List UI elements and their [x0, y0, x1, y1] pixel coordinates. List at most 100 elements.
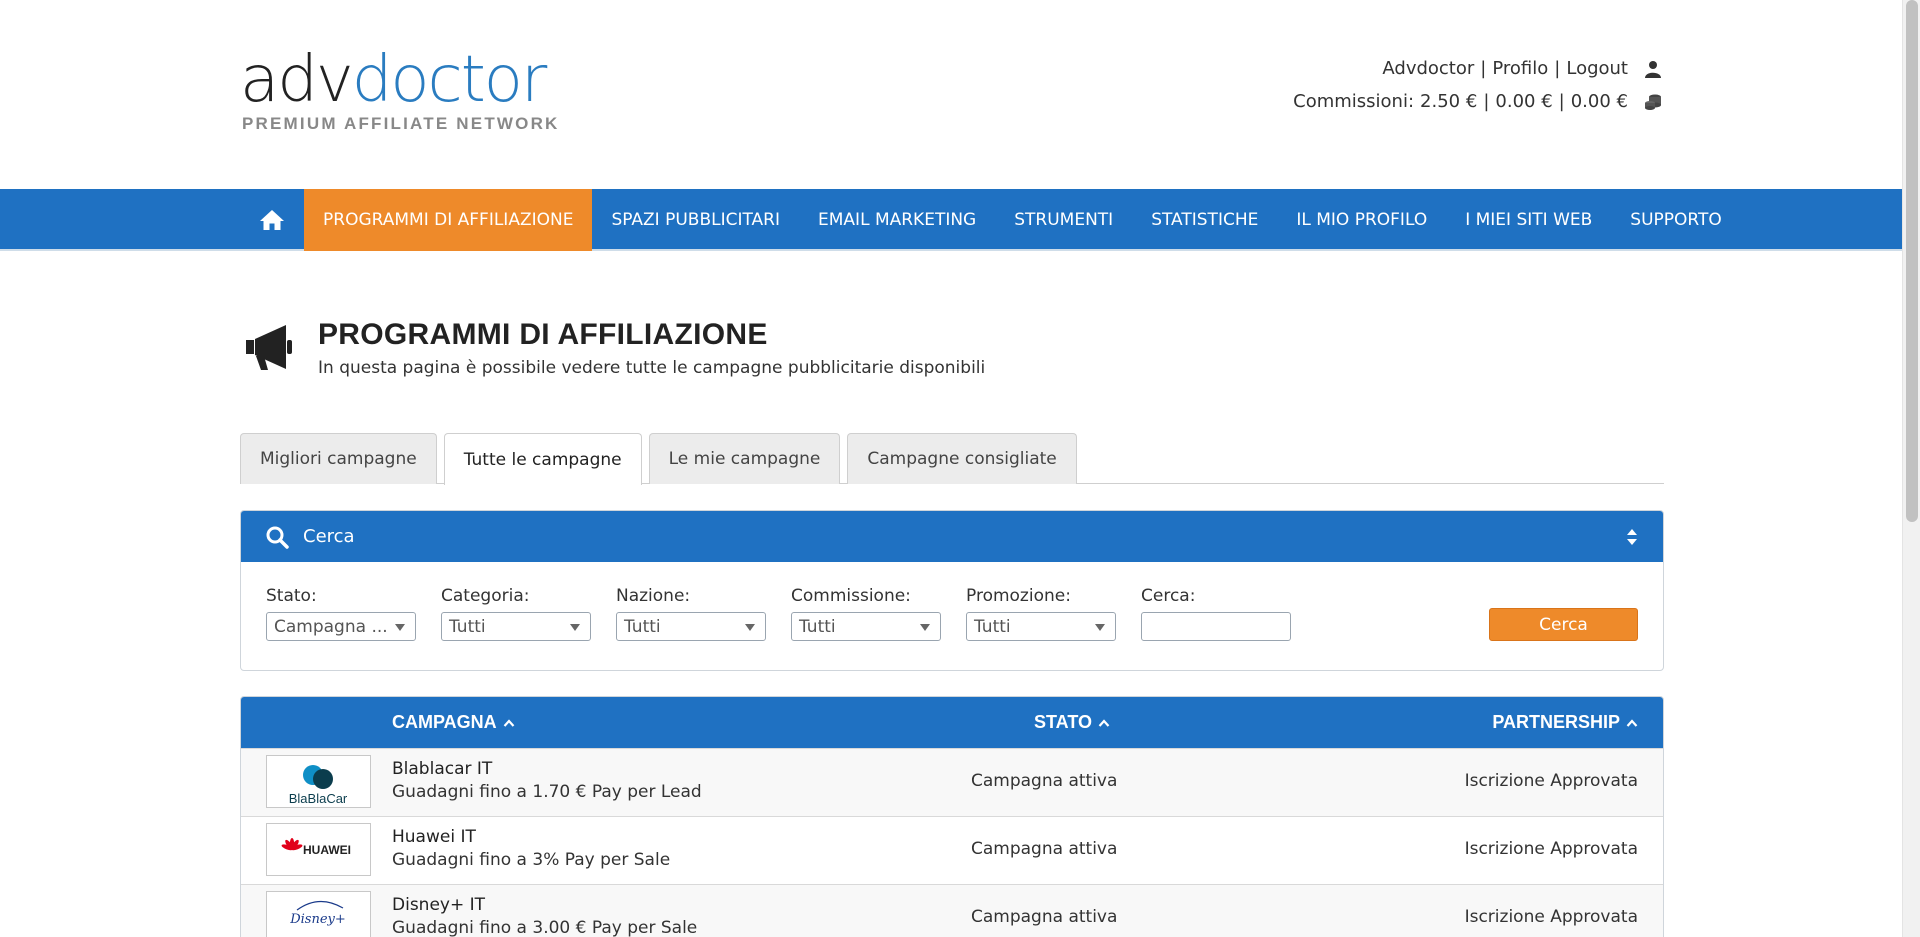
filter-label: Promozione:: [966, 586, 1071, 606]
filter-commissione: Commissione: Tutti: [791, 586, 941, 641]
page-title: PROGRAMMI DI AFFILIAZIONE: [318, 318, 768, 351]
logo-label: HUAWEI: [303, 843, 351, 857]
campaign-logo-blablacar[interactable]: BlaBlaCar: [266, 755, 371, 808]
separator: |: [1558, 91, 1565, 112]
username-link[interactable]: Advdoctor: [1382, 58, 1474, 79]
collapse-toggle-icon[interactable]: [1625, 527, 1639, 547]
table-row[interactable]: Disney+ Disney+ IT Guadagni fino a 3.00 …: [241, 884, 1663, 937]
logo-text-doctor: doctor: [351, 43, 548, 117]
filter-promozione: Promozione: Tutti: [966, 586, 1116, 641]
campaign-logo-disney[interactable]: Disney+: [266, 891, 371, 937]
campaign-partnership: Iscrizione Approvata: [1464, 839, 1638, 859]
campaign-status: Campagna attiva: [971, 907, 1118, 927]
advdoctor-logo[interactable]: advdoctor PREMIUM AFFILIATE NETWORK: [240, 48, 580, 133]
commissions-label: Commissioni:: [1293, 91, 1415, 112]
search-button[interactable]: Cerca: [1489, 608, 1638, 641]
campaign-description: Guadagni fino a 3.00 € Pay per Sale: [392, 918, 698, 937]
commission-value-1: 2.50 €: [1420, 91, 1478, 112]
user-area: Advdoctor | Profilo | Logout Commissioni…: [1293, 52, 1664, 118]
scrollbar-thumb[interactable]: [1906, 0, 1918, 522]
filter-cerca: Cerca:: [1141, 586, 1291, 641]
campaign-partnership: Iscrizione Approvata: [1464, 771, 1638, 791]
filter-label: Categoria:: [441, 586, 530, 606]
profile-link[interactable]: Profilo: [1492, 58, 1548, 79]
logo-label: Disney+: [289, 912, 346, 927]
logo-text-adv: adv: [240, 43, 354, 117]
dropdown-caret-icon: [570, 624, 580, 631]
page-subtitle: In questa pagina è possibile vedere tutt…: [318, 358, 986, 378]
campaigns-table: CAMPAGNA STATO PARTNERSHIP BlaBlaCar Bla…: [240, 696, 1664, 937]
user-icon: [1642, 58, 1664, 80]
nav-item-statistiche[interactable]: STATISTICHE: [1132, 189, 1277, 251]
megaphone-icon: [244, 322, 294, 372]
search-panel: Cerca Stato: Campagna ... Categoria: Tut…: [240, 510, 1664, 671]
dropdown-caret-icon: [395, 624, 405, 631]
filter-label: Nazione:: [616, 586, 691, 606]
filter-nazione: Nazione: Tutti: [616, 586, 766, 641]
filter-label: Cerca:: [1141, 586, 1196, 606]
search-input[interactable]: [1141, 612, 1291, 641]
logo-label: BlaBlaCar: [289, 791, 348, 806]
campaign-name[interactable]: Huawei IT: [392, 827, 476, 847]
sort-up-icon: [1098, 718, 1110, 727]
dropdown-caret-icon: [920, 624, 930, 631]
nav-item-siti-web[interactable]: I MIEI SITI WEB: [1446, 189, 1611, 251]
tab-campagne-consigliate[interactable]: Campagne consigliate: [847, 433, 1077, 484]
column-header-stato[interactable]: STATO: [1034, 697, 1110, 748]
commissione-select[interactable]: Tutti: [791, 612, 941, 641]
commissions-line: Commissioni: 2.50 € | 0.00 € | 0.00 €: [1293, 85, 1664, 118]
sort-up-icon: [1626, 718, 1638, 727]
tab-le-mie-campagne[interactable]: Le mie campagne: [648, 433, 841, 484]
nav-item-profilo[interactable]: IL MIO PROFILO: [1277, 189, 1446, 251]
select-value: Tutti: [974, 616, 1011, 637]
logout-link[interactable]: Logout: [1566, 58, 1628, 79]
nav-item-email[interactable]: EMAIL MARKETING: [799, 189, 995, 251]
separator: |: [1480, 58, 1487, 79]
nav-item-programmi[interactable]: PROGRAMMI DI AFFILIAZIONE: [304, 189, 593, 251]
commission-value-3: 0.00 €: [1570, 91, 1628, 112]
search-panel-header[interactable]: Cerca: [241, 511, 1663, 562]
table-row[interactable]: BlaBlaCar Blablacar IT Guadagni fino a 1…: [241, 748, 1663, 816]
commission-value-2: 0.00 €: [1495, 91, 1553, 112]
nav-home-button[interactable]: [240, 189, 304, 251]
filter-stato: Stato: Campagna ...: [266, 586, 416, 641]
separator: |: [1554, 58, 1561, 79]
stato-select[interactable]: Campagna ...: [266, 612, 416, 641]
select-value: Tutti: [799, 616, 836, 637]
promozione-select[interactable]: Tutti: [966, 612, 1116, 641]
campaign-name[interactable]: Blablacar IT: [392, 759, 492, 779]
home-icon: [260, 210, 284, 230]
nazione-select[interactable]: Tutti: [616, 612, 766, 641]
search-panel-title: Cerca: [303, 526, 355, 547]
site-header: advdoctor PREMIUM AFFILIATE NETWORK Advd…: [0, 0, 1902, 189]
nav-item-supporto[interactable]: SUPPORTO: [1611, 189, 1740, 251]
filter-label: Commissione:: [791, 586, 911, 606]
tab-migliori-campagne[interactable]: Migliori campagne: [240, 433, 437, 484]
campaign-description: Guadagni fino a 3% Pay per Sale: [392, 850, 671, 870]
logo-tagline: PREMIUM AFFILIATE NETWORK: [242, 114, 560, 133]
tab-tutte-le-campagne[interactable]: Tutte le campagne: [443, 433, 642, 485]
select-value: Campagna ...: [274, 616, 388, 637]
categoria-select[interactable]: Tutti: [441, 612, 591, 641]
nav-item-spazi[interactable]: SPAZI PUBBLICITARI: [592, 189, 799, 251]
campaign-logo-huawei[interactable]: HUAWEI: [266, 823, 371, 876]
search-filters: Stato: Campagna ... Categoria: Tutti Naz…: [241, 562, 1663, 670]
filter-label: Stato:: [266, 586, 317, 606]
table-body: BlaBlaCar Blablacar IT Guadagni fino a 1…: [241, 748, 1663, 937]
filter-categoria: Categoria: Tutti: [441, 586, 591, 641]
search-icon: [266, 526, 289, 549]
column-header-campagna[interactable]: CAMPAGNA: [392, 697, 515, 748]
campaign-partnership: Iscrizione Approvata: [1464, 907, 1638, 927]
table-row[interactable]: HUAWEI Huawei IT Guadagni fino a 3% Pay …: [241, 816, 1663, 884]
campaign-description: Guadagni fino a 1.70 € Pay per Lead: [392, 782, 702, 802]
column-header-partnership[interactable]: PARTNERSHIP: [1492, 697, 1638, 748]
campaign-status: Campagna attiva: [971, 839, 1118, 859]
main-nav: PROGRAMMI DI AFFILIAZIONE SPAZI PUBBLICI…: [0, 189, 1902, 251]
separator: |: [1483, 91, 1490, 112]
dropdown-caret-icon: [745, 624, 755, 631]
nav-item-strumenti[interactable]: STRUMENTI: [995, 189, 1132, 251]
table-header: CAMPAGNA STATO PARTNERSHIP: [241, 697, 1663, 748]
page-scrollbar[interactable]: [1902, 0, 1920, 937]
coins-icon: [1642, 91, 1664, 113]
campaign-name[interactable]: Disney+ IT: [392, 895, 485, 915]
